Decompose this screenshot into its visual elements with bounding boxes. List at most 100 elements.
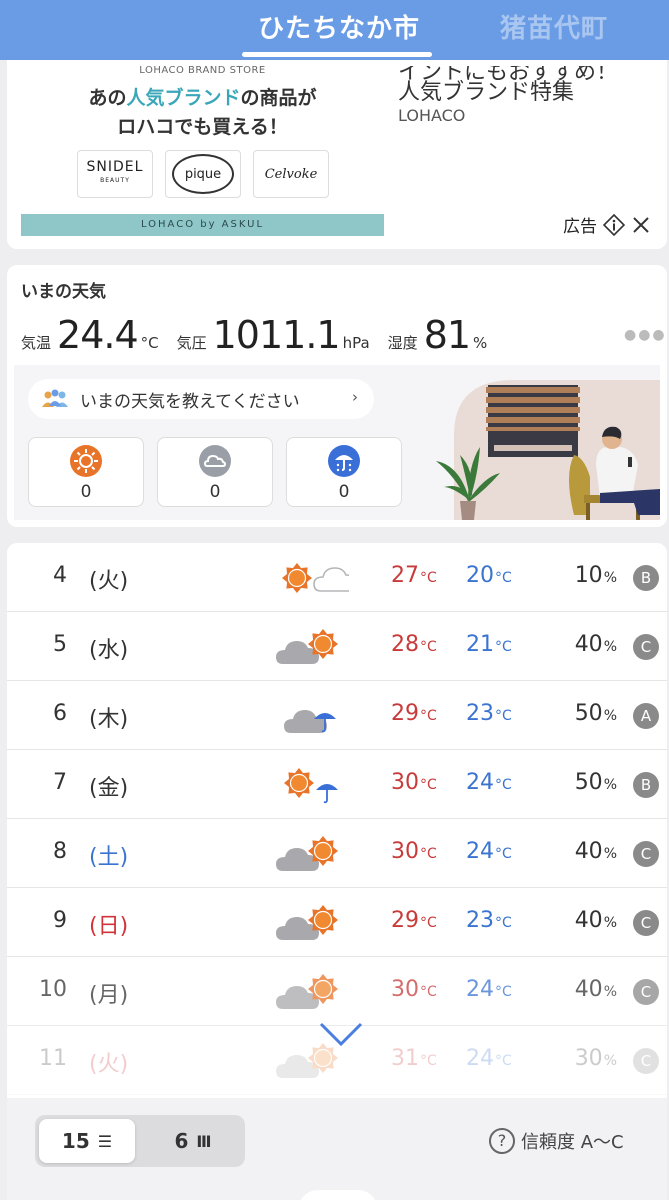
brand-logo-snidel: SNIDEL BEAUTY <box>77 150 153 198</box>
forecast-weekday: (金) <box>89 776 129 801</box>
cloud-then-rain-icon <box>269 689 349 743</box>
forecast-rain-chance: 40% <box>574 839 617 864</box>
forecast-day: 6 <box>53 701 67 726</box>
ad-info-icon[interactable] <box>603 213 625 236</box>
forecast-weekday: (水) <box>89 638 129 663</box>
temp-value: 24.4 <box>57 313 139 357</box>
forecast-day: 10 <box>39 977 67 1002</box>
forecast-low-temp: 21°C <box>466 632 512 657</box>
forecast-rain-chance: 50% <box>574 770 617 795</box>
cloud-then-sun-icon <box>269 827 349 881</box>
sun-then-cloud-icon <box>269 551 358 605</box>
weather-report-area: いまの天気を教えてください › 0 0 0 <box>14 365 660 520</box>
vote-cloudy-button[interactable]: 0 <box>157 437 273 507</box>
vote-rain-count: 0 <box>338 482 350 502</box>
forecast-row[interactable]: 10 (月) 30°C 24°C 40% C <box>7 957 667 1026</box>
reliability-badge: A <box>633 703 659 729</box>
report-prompt-text: いまの天気を教えてください <box>80 391 300 412</box>
brand-logo-celvoke: Celvoke <box>253 150 329 198</box>
forecast-row[interactable]: 4 (火) 27°C 20°C 10% B <box>7 543 667 612</box>
forecast-day: 4 <box>53 563 67 588</box>
forecast-high-temp: 29°C <box>391 701 437 726</box>
forecast-weekday: (月) <box>89 983 129 1008</box>
current-weather-stats: 気温 24.4 °C 気圧 1011.1 hPa 湿度 81 % <box>21 313 505 357</box>
reliability-badge: C <box>633 910 659 936</box>
range-6-button[interactable]: 6Ⅲ <box>145 1119 241 1163</box>
forecast-low-temp: 24°C <box>466 1046 512 1071</box>
current-weather-title: いまの天気 <box>21 282 106 302</box>
pressure-unit: hPa <box>342 334 370 352</box>
reliability-badge: C <box>633 841 659 867</box>
forecast-high-temp: 28°C <box>391 632 437 657</box>
temp-label: 気温 <box>21 334 52 352</box>
ad-text-line2[interactable]: 人気ブランド特集 <box>398 74 574 106</box>
forecast-low-temp: 24°C <box>466 977 512 1002</box>
ad-sponsor: LOHACO <box>398 106 466 125</box>
city-tab-bar: ひたちなか市 猪苗代町 <box>0 0 669 60</box>
report-weather-button[interactable]: いまの天気を教えてください › <box>28 379 374 419</box>
ad-label[interactable]: 広告 <box>563 212 651 237</box>
reliability-help-button[interactable]: ? 信頼度 A〜C <box>489 1128 624 1154</box>
tab-hitachinaka[interactable]: ひたちなか市 <box>258 8 420 45</box>
list-icon: ☰ <box>97 1131 113 1151</box>
vote-sunny-button[interactable]: 0 <box>28 437 144 507</box>
forecast-high-temp: 30°C <box>391 770 437 795</box>
ad-card[interactable]: LOHACO BRAND STORE あの人気ブランドの商品が ロハコでも買える… <box>7 60 667 249</box>
forecast-low-temp: 24°C <box>466 770 512 795</box>
ad-headline: あの人気ブランドの商品が ロハコでも買える！ <box>88 87 317 138</box>
forecast-row[interactable]: 7 (金) 30°C 24°C 50% B <box>7 750 667 819</box>
ad-banner-image[interactable]: LOHACO BRAND STORE あの人気ブランドの商品が ロハコでも買える… <box>21 60 384 236</box>
forecast-weekday: (火) <box>89 1052 129 1077</box>
forecast-rain-chance: 10% <box>574 563 617 588</box>
range-15-label: 15 <box>61 1129 90 1153</box>
more-dots-icon[interactable]: ●●● <box>624 327 667 343</box>
forecast-low-temp: 23°C <box>466 701 512 726</box>
ad-brand-store-label: LOHACO BRAND STORE <box>139 65 266 76</box>
forecast-row[interactable]: 6 (木) 29°C 23°C 50% A <box>7 681 667 750</box>
forecast-high-temp: 27°C <box>391 563 437 588</box>
reliability-badge: B <box>633 565 659 591</box>
tab-inawashiro[interactable]: 猪苗代町 <box>500 8 608 45</box>
forecast-low-temp: 23°C <box>466 908 512 933</box>
forecast-low-temp: 20°C <box>466 563 512 588</box>
forecast-row[interactable]: 9 (日) 29°C 23°C 40% C <box>7 888 667 957</box>
forecast-row[interactable]: 5 (水) 28°C 21°C 40% C <box>7 612 667 681</box>
forecast-rain-chance: 50% <box>574 701 617 726</box>
forecast-weekday: (木) <box>89 707 129 732</box>
current-weather-card: いまの天気 気温 24.4 °C 気圧 1011.1 hPa 湿度 81 % ●… <box>7 265 667 527</box>
chevron-down-icon[interactable] <box>318 1021 364 1051</box>
vote-rain-button[interactable]: 0 <box>286 437 402 507</box>
forecast-high-temp: 30°C <box>391 977 437 1002</box>
close-icon[interactable] <box>631 215 651 235</box>
pressure-value: 1011.1 <box>212 313 341 357</box>
help-icon: ? <box>489 1128 515 1154</box>
brand-logo-pique: pique <box>165 150 241 198</box>
columns-icon: Ⅲ <box>196 1131 212 1151</box>
ad-footer-logo: LOHACO by ASKUL <box>21 214 384 236</box>
forecast-rain-chance: 30% <box>574 1046 617 1071</box>
humidity-unit: % <box>473 334 488 352</box>
people-icon <box>42 389 68 407</box>
sunny-icon <box>70 445 102 477</box>
forecast-high-temp: 31°C <box>391 1046 437 1071</box>
forecast-card: 4 (火) 27°C 20°C 10% B 5 (水) 28°C 21°C 40% C 6 (木) 29°C… <box>7 543 667 1098</box>
rain-icon <box>328 445 360 477</box>
forecast-day: 5 <box>53 632 67 657</box>
forecast-day: 11 <box>39 1046 67 1071</box>
humidity-value: 81 <box>423 313 471 357</box>
range-15-button[interactable]: 15 ☰ <box>39 1119 135 1163</box>
ad-label-text: 広告 <box>563 217 597 237</box>
reliability-badge: C <box>633 979 659 1005</box>
forecast-high-temp: 29°C <box>391 908 437 933</box>
cloud-then-sun-icon <box>269 620 349 674</box>
sun-then-rain-icon <box>269 758 349 812</box>
active-tab-indicator <box>242 52 432 57</box>
vote-sunny-count: 0 <box>80 482 92 502</box>
humidity-label: 湿度 <box>387 334 418 352</box>
forecast-high-temp: 30°C <box>391 839 437 864</box>
reliability-badge: B <box>633 772 659 798</box>
reliability-help-label: 信頼度 A〜C <box>521 1132 624 1153</box>
forecast-weekday: (日) <box>89 914 129 939</box>
range-6-label: 6 <box>174 1129 189 1153</box>
forecast-row[interactable]: 8 (土) 30°C 24°C 40% C <box>7 819 667 888</box>
